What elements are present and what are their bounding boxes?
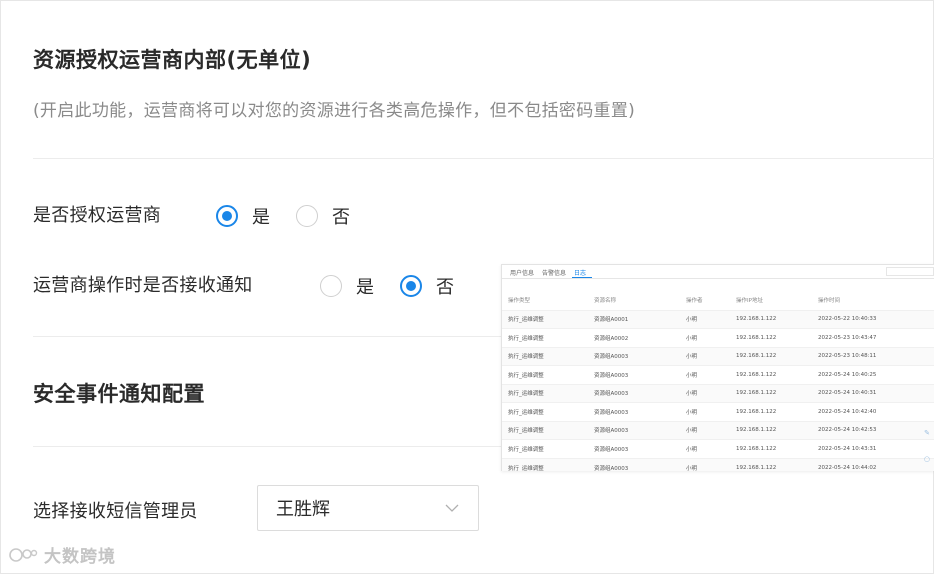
radio-label-no: 否 [436,277,454,298]
radio-checked-icon [216,205,238,227]
radio-unchecked-icon [296,205,318,227]
table-cell: 资源组A0003 [588,439,680,458]
table-row: 执行_运维调整 资源组A0001 小明 192.168.1.122 2022-05-22… [502,309,934,329]
authorize-operator-radio-group: 是 否 [216,203,376,229]
radio-unchecked-icon [320,275,342,297]
table-cell: 192.168.1.122 [730,402,812,421]
radio-label-yes: 是 [356,277,374,298]
table-cell: 资源组A0001 [588,309,680,329]
divider [33,446,501,447]
edit-icon[interactable]: ✎ [924,429,930,437]
table-header-row: 操作类型 资源名称 操作者 操作IP地址 操作时间 [502,290,934,310]
table-cell: 执行_运维调整 [502,439,588,458]
table-cell: 执行_运维调整 [502,383,588,403]
table-cell: 192.168.1.122 [730,439,812,458]
table-cell: 小明 [680,420,730,440]
table-cell: 2022-05-24 10:43:31 [812,439,934,458]
divider [33,336,501,337]
table-cell: 资源组A0003 [588,346,680,366]
section-title-security-notification: 安全事件通知配置 [33,382,205,406]
embedded-search-input[interactable] [886,267,934,276]
authorize-yes-radio[interactable]: 是 [216,203,270,229]
table-cell: 192.168.1.122 [730,309,812,329]
table-cell: 执行_运维调整 [502,309,588,329]
table-cell: 执行_运维调整 [502,328,588,347]
table-row: 执行_运维调整 资源组A0003 小明 192.168.1.122 2022-05-23… [502,346,934,366]
table-cell: 2022-05-24 10:40:25 [812,365,934,384]
table-cell: 小明 [680,346,730,366]
table-cell: 执行_运维调整 [502,365,588,384]
sms-admin-selected-value: 王胜辉 [276,499,330,520]
column-header: 操作IP地址 [736,297,763,304]
embedded-tabs: 用户信息 告警信息 日志 [502,265,934,279]
table-cell: 小明 [680,328,730,347]
watermark: 大数跨境 [8,542,116,567]
table-cell: 2022-05-22 10:40:33 [812,309,934,329]
help-icon[interactable]: ○ [924,455,930,463]
watermark-text: 大数跨境 [44,547,116,567]
table-cell: 执行_运维调整 [502,457,588,471]
table-cell: 192.168.1.122 [730,328,812,347]
divider [33,158,934,159]
embedded-log-table-screenshot: 用户信息 告警信息 日志 操作类型 资源名称 操作者 操作IP地址 操作时间 执… [501,264,934,471]
table-cell: 资源组A0003 [588,420,680,440]
table-cell: 资源组A0003 [588,457,680,471]
embedded-tab-active[interactable]: 日志 [572,265,593,278]
table-cell: 192.168.1.122 [730,346,812,366]
table-row: 执行_运维调整 资源组A0002 小明 192.168.1.122 2022-05-23… [502,328,934,347]
column-header: 操作者 [686,297,703,304]
table-cell: 小明 [680,402,730,421]
watermark-logo-icon [9,547,38,562]
table-cell: 小明 [680,383,730,403]
section-description: (开启此功能，运营商将可以对您的资源进行各类高危操作，但不包括密码重置) [33,101,636,121]
radio-checked-icon [400,275,422,297]
table-cell: 小明 [680,457,730,471]
table-cell: 小明 [680,439,730,458]
sms-admin-select[interactable]: 王胜辉 [257,485,479,531]
embedded-tab[interactable]: 告警信息 [540,265,572,278]
table-cell: 执行_运维调整 [502,420,588,440]
embedded-log-table: 操作类型 资源名称 操作者 操作IP地址 操作时间 执行_运维调整 资源组A000… [502,290,934,471]
table-row: 执行_运维调整 资源组A0003 小明 192.168.1.122 2022-05-24… [502,365,934,384]
table-cell: 小明 [680,365,730,384]
table-row: 执行_运维调整 资源组A0003 小明 192.168.1.122 2022-05-24… [502,383,934,403]
radio-label-no: 否 [332,207,350,228]
column-header: 操作类型 [508,297,531,304]
table-cell: 2022-05-24 10:42:40 [812,402,934,421]
table-cell: 2022-05-24 10:40:31 [812,383,934,403]
receive-notification-radio-group: 是 否 [320,273,480,299]
table-row: 执行_运维调整 资源组A0003 小明 192.168.1.122 2022-05-24… [502,402,934,421]
table-cell: 执行_运维调整 [502,402,588,421]
table-cell: 192.168.1.122 [730,365,812,384]
table-row: 执行_运维调整 资源组A0003 小明 192.168.1.122 2022-05-24… [502,439,934,458]
embedded-tab[interactable]: 用户信息 [508,265,540,278]
column-header: 操作时间 [818,297,841,304]
table-cell: 192.168.1.122 [730,457,812,471]
receive-notification-label: 运营商操作时是否接收通知 [33,275,253,296]
authorize-no-radio[interactable]: 否 [296,203,350,229]
table-cell: 192.168.1.122 [730,420,812,440]
notify-no-radio[interactable]: 否 [400,273,454,299]
table-cell: 资源组A0003 [588,402,680,421]
table-row: 执行_运维调整 资源组A0003 小明 192.168.1.122 2022-05-24… [502,420,934,440]
table-cell: 2022-05-23 10:43:47 [812,328,934,347]
authorize-operator-label: 是否授权运营商 [33,205,162,226]
section-title-resource-authorization: 资源授权运营商内部(无单位) [33,48,312,72]
table-cell: 资源组A0003 [588,365,680,384]
column-header: 资源名称 [594,297,617,304]
table-cell: 执行_运维调整 [502,346,588,366]
sms-admin-label: 选择接收短信管理员 [33,501,198,522]
chevron-down-icon [445,504,459,512]
table-cell: 小明 [680,309,730,329]
table-cell: 资源组A0002 [588,328,680,347]
table-row: 执行_运维调整 资源组A0003 小明 192.168.1.122 2022-05-24… [502,457,934,471]
table-cell: 2022-05-24 10:44:02 [812,457,934,471]
notify-yes-radio[interactable]: 是 [320,273,374,299]
table-cell: 192.168.1.122 [730,383,812,403]
radio-label-yes: 是 [252,207,270,228]
table-cell: 2022-05-23 10:48:11 [812,346,934,366]
table-cell: 资源组A0003 [588,383,680,403]
table-cell: 2022-05-24 10:42:53 [812,420,934,440]
